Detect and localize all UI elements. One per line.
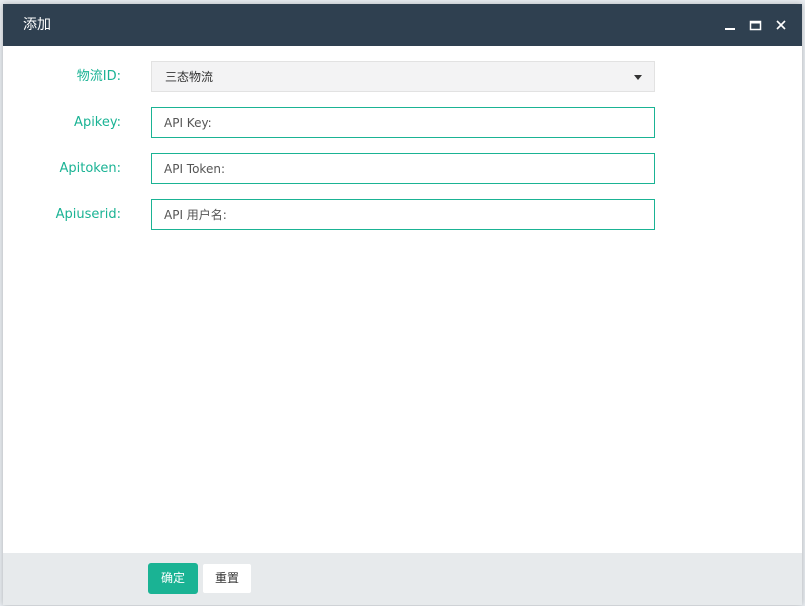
apikey-input[interactable]	[151, 107, 655, 138]
apitoken-label: Apitoken:	[59, 161, 122, 176]
minimize-icon[interactable]	[720, 15, 740, 35]
dialog-titlebar[interactable]: 添加	[3, 4, 802, 46]
caret-down-icon	[634, 75, 642, 80]
apitoken-input[interactable]	[151, 153, 655, 184]
add-dialog: 添加 物流ID: 三态物流 Apikey: API Key: Apitoken:…	[3, 4, 802, 605]
apikey-row: Apikey:	[3, 107, 802, 139]
apiuserid-input[interactable]	[151, 199, 655, 230]
apikey-label: Apikey:	[74, 115, 121, 130]
logistics-select[interactable]: 三态物流	[151, 61, 655, 92]
apiuserid-label: Apiuserid:	[55, 207, 121, 222]
logistics-selected-value: 三态物流	[165, 70, 214, 84]
apitoken-row: Apitoken:	[3, 153, 802, 185]
maximize-icon[interactable]	[746, 15, 766, 35]
logistics-row: 物流ID: 三态物流	[3, 61, 802, 93]
close-icon[interactable]	[771, 15, 791, 35]
reset-button[interactable]: 重置	[202, 563, 252, 594]
confirm-button[interactable]: 确定	[148, 563, 198, 594]
apiuserid-row: Apiuserid:	[3, 199, 802, 231]
dialog-footer: 确定 重置	[3, 553, 802, 605]
dialog-title: 添加	[23, 17, 51, 33]
logistics-label: 物流ID:	[76, 69, 121, 84]
